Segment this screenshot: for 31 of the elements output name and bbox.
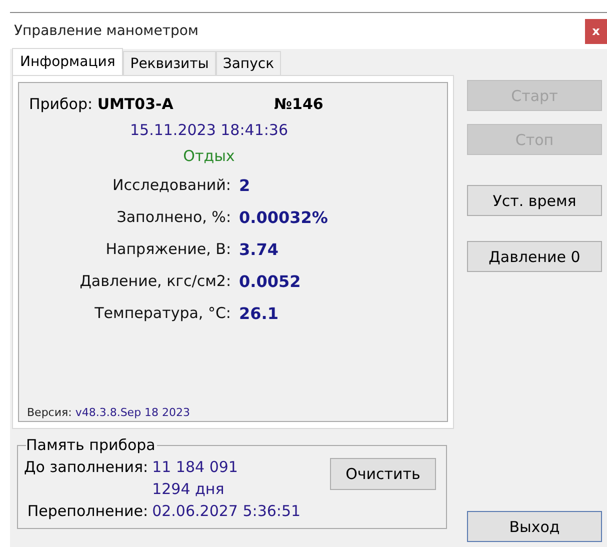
memory-label: До заполнения: xyxy=(24,457,148,478)
reading-value: 0.00032% xyxy=(239,208,328,226)
datetime-text: 15.11.2023 18:41:36 xyxy=(128,121,290,139)
action-button[interactable]: Давление 0 xyxy=(467,241,602,272)
tab[interactable]: Информация xyxy=(12,48,124,75)
memory-value: 11 184 091 xyxy=(152,457,239,478)
tab[interactable]: Запуск xyxy=(216,51,282,75)
memory-value: 1294 дня xyxy=(152,479,226,500)
clear-button[interactable]: Очистить xyxy=(330,458,436,490)
exit-button[interactable]: Выход xyxy=(467,511,602,542)
tab[interactable]: Реквизиты xyxy=(123,51,216,75)
group-title: Память прибора xyxy=(26,436,158,454)
memory-value: 02.06.2027 5:36:51 xyxy=(152,501,301,522)
status-text: Отдых xyxy=(182,147,236,165)
reading-label: Исследований: xyxy=(112,176,232,194)
reading-value: 26.1 xyxy=(239,304,278,322)
reading-label: Температура, °C: xyxy=(94,304,232,322)
reading-label: Напряжение, В: xyxy=(104,240,232,258)
version-label: Версия: xyxy=(27,406,72,419)
device-label: Прибор: UMT03-A xyxy=(29,95,174,113)
reading-value: 0.0052 xyxy=(239,272,301,290)
reading-label: Заполнено, %: xyxy=(116,208,232,226)
device-number: №146 xyxy=(274,95,324,113)
window-title: Управление манометром xyxy=(13,23,198,39)
reading-label: Давление, кгс/см2: xyxy=(78,272,232,290)
reading-value: 2 xyxy=(239,176,250,194)
action-button[interactable]: Уст. время xyxy=(467,185,602,216)
memory-label: Переполнение: xyxy=(26,501,148,522)
version-text: v48.3.8.Sep 18 2023 xyxy=(75,406,190,419)
close-button[interactable]: x xyxy=(585,18,607,44)
reading-value: 3.74 xyxy=(239,240,278,258)
